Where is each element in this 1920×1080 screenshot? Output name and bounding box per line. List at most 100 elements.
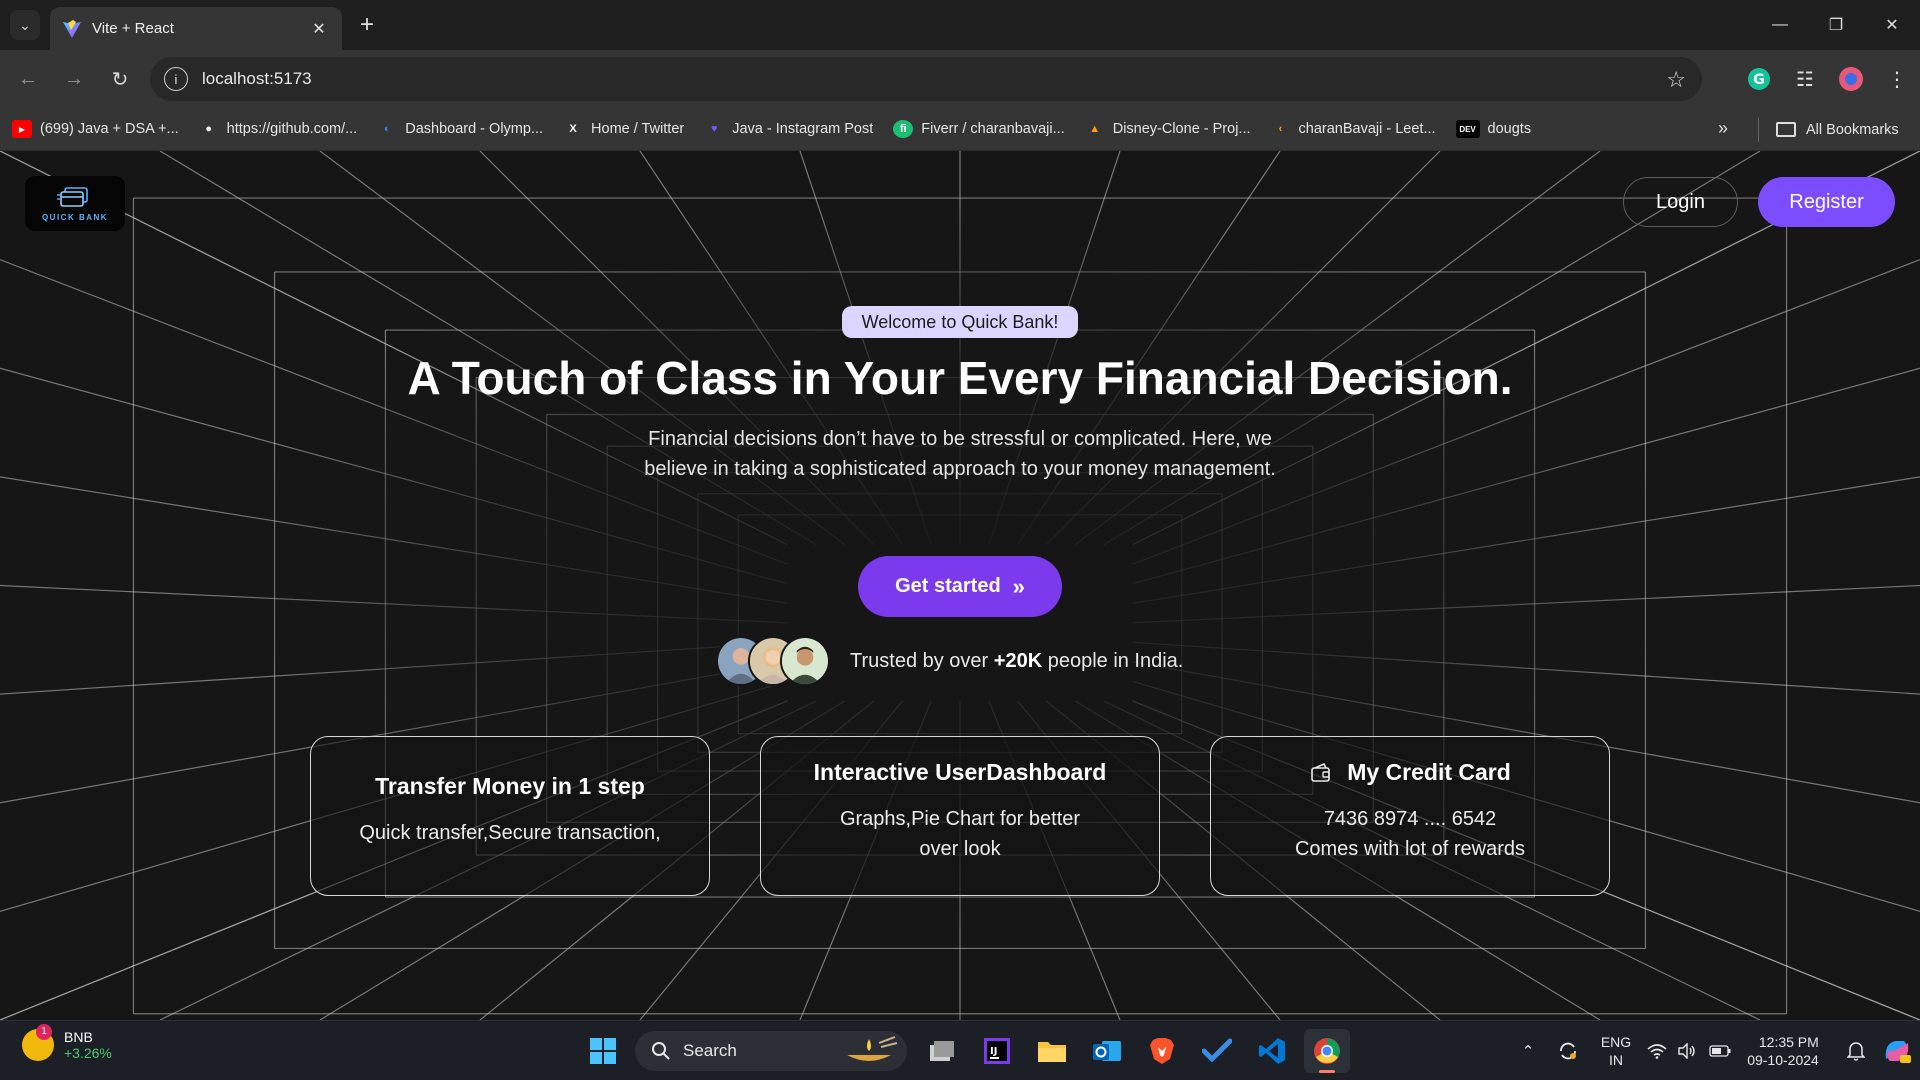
bookmark-item[interactable]: ● https://github.com/... bbox=[199, 120, 357, 138]
chevron-double-right-icon[interactable]: » bbox=[1718, 118, 1728, 139]
extensions-button[interactable]: ☷ bbox=[1782, 56, 1828, 102]
folder-icon bbox=[1038, 1042, 1066, 1062]
vscode-button[interactable] bbox=[1249, 1029, 1295, 1073]
menu-button[interactable]: ⋮ bbox=[1874, 56, 1920, 102]
avatar bbox=[780, 636, 830, 686]
new-tab-button[interactable]: + bbox=[352, 10, 382, 40]
tab-active[interactable]: Vite + React ✕ bbox=[50, 7, 342, 50]
chrome-icon bbox=[1314, 1038, 1340, 1064]
task-view-button[interactable] bbox=[919, 1029, 965, 1073]
task-view-icon bbox=[930, 1041, 954, 1061]
search-icon bbox=[652, 1042, 670, 1060]
register-button[interactable]: Register bbox=[1758, 177, 1895, 227]
minimize-button[interactable]: — bbox=[1752, 0, 1808, 50]
bookmark-item[interactable]: ‹ charanBavaji - Leet... bbox=[1271, 120, 1436, 138]
todo-button[interactable] bbox=[1194, 1029, 1240, 1073]
outlook-button[interactable] bbox=[1084, 1029, 1130, 1073]
feature-card-credit[interactable]: My Credit Card 7436 8974 .... 6542 Comes… bbox=[1210, 736, 1610, 896]
clock-date: 09-10-2024 bbox=[1747, 1052, 1819, 1068]
trusted-prefix: Trusted by over bbox=[850, 649, 994, 672]
tab-search-button[interactable]: ⌄ bbox=[10, 10, 40, 40]
clock[interactable]: 12:35 PM 09-10-2024 bbox=[1738, 1021, 1828, 1080]
toolbar-actions: G ☷ ⋮ bbox=[1736, 50, 1920, 108]
profile-button[interactable] bbox=[1828, 56, 1874, 102]
bookmark-item[interactable]: ▲ Disney-Clone - Proj... bbox=[1085, 120, 1251, 138]
sync-icon bbox=[1560, 1042, 1576, 1060]
olymp-icon: ◐ bbox=[383, 123, 391, 135]
trusted-by: Trusted by over +20K people in India. bbox=[716, 635, 1183, 687]
card-title-row: My Credit Card bbox=[1211, 759, 1609, 786]
language-indicator[interactable]: ENG IN bbox=[1590, 1021, 1642, 1080]
kebab-menu-icon: ⋮ bbox=[1887, 68, 1907, 91]
bookmark-label: Disney-Clone - Proj... bbox=[1112, 121, 1251, 137]
chrome-button[interactable] bbox=[1304, 1029, 1350, 1073]
youtube-icon: ▶ bbox=[12, 120, 32, 138]
bookmark-item[interactable]: ♥ Java - Instagram Post bbox=[704, 120, 873, 138]
taskbar-search[interactable]: Search bbox=[635, 1031, 907, 1071]
intellij-button[interactable]: IJ bbox=[974, 1029, 1020, 1073]
volume-icon[interactable] bbox=[1672, 1021, 1702, 1080]
star-icon[interactable]: ☆ bbox=[1666, 67, 1686, 93]
fiverr-icon: fi bbox=[893, 120, 914, 138]
close-icon: ✕ bbox=[1885, 17, 1899, 34]
grammarly-button[interactable]: G bbox=[1736, 56, 1782, 102]
outlook-icon bbox=[1093, 1041, 1121, 1061]
card-title: My Credit Card bbox=[1347, 759, 1511, 785]
double-chevron-right-icon: » bbox=[1012, 573, 1025, 599]
welcome-badge: Welcome to Quick Bank! bbox=[842, 306, 1078, 338]
grammarly-icon: G bbox=[1748, 68, 1770, 90]
stock-widget[interactable]: 1 BNB +3.26% bbox=[22, 1024, 112, 1061]
bookmark-item[interactable]: fi Fiverr / charanbavaji... bbox=[893, 120, 1065, 138]
file-explorer-button[interactable] bbox=[1029, 1029, 1075, 1073]
back-button[interactable]: ← bbox=[10, 61, 46, 97]
arrow-left-icon: ← bbox=[18, 67, 38, 90]
windows-icon bbox=[590, 1038, 616, 1064]
forward-button[interactable]: → bbox=[56, 61, 92, 97]
system-tray: ⌃ ENG IN 12:35 PM 09-10-2024 bbox=[1510, 1021, 1920, 1080]
close-icon[interactable]: ✕ bbox=[308, 19, 330, 39]
quick-bank-logo[interactable]: QUICK BANK bbox=[25, 176, 125, 231]
bookmark-item[interactable]: DEV dougts bbox=[1455, 120, 1531, 138]
all-bookmarks-button[interactable]: All Bookmarks bbox=[1776, 108, 1899, 151]
bell-icon bbox=[1847, 1042, 1865, 1061]
reload-button[interactable]: ↻ bbox=[102, 61, 138, 97]
notifications-button[interactable] bbox=[1838, 1021, 1874, 1080]
heart-shield-icon: ♥ bbox=[710, 123, 718, 135]
bookmark-item[interactable]: ▶ (699) Java + DSA +... bbox=[12, 120, 179, 138]
close-window-button[interactable]: ✕ bbox=[1864, 0, 1920, 50]
sync-button[interactable] bbox=[1546, 1021, 1590, 1080]
chevron-down-icon: ⌄ bbox=[19, 16, 31, 33]
browser-toolbar: ← → ↻ i localhost:5173 ☆ G ☷ ⋮ bbox=[0, 50, 1920, 108]
battery-icon[interactable] bbox=[1702, 1021, 1738, 1080]
bookmark-label: Fiverr / charanbavaji... bbox=[921, 121, 1065, 137]
github-icon: ● bbox=[205, 123, 212, 135]
get-started-button[interactable]: Get started » bbox=[858, 556, 1062, 617]
search-label: Search bbox=[683, 1041, 737, 1060]
page-viewport: QUICK BANK Login Register Welcome to Qui… bbox=[0, 151, 1920, 1020]
chevron-up-icon: ⌃ bbox=[1521, 1043, 1535, 1060]
copilot-button[interactable] bbox=[1874, 1021, 1920, 1080]
bnb-coin-icon: 1 bbox=[22, 1024, 54, 1061]
address-bar[interactable]: i localhost:5173 ☆ bbox=[150, 57, 1702, 101]
diya-lamp-icon bbox=[847, 1036, 898, 1061]
trusted-text: Trusted by over +20K people in India. bbox=[850, 650, 1183, 673]
feature-card-transfer[interactable]: Transfer Money in 1 step Quick transfer,… bbox=[310, 736, 710, 896]
bookmark-item[interactable]: X Home / Twitter bbox=[563, 120, 684, 138]
login-button[interactable]: Login bbox=[1623, 177, 1738, 227]
notification-badge: 1 bbox=[36, 1024, 52, 1040]
bookmark-item[interactable]: ◐ Dashboard - Olymp... bbox=[377, 120, 543, 138]
leetcode-icon: ‹ bbox=[1278, 123, 1283, 135]
info-icon[interactable]: i bbox=[164, 67, 188, 91]
window-controls: — ❐ ✕ bbox=[1752, 0, 1920, 50]
bookmark-label: Home / Twitter bbox=[591, 121, 685, 137]
intellij-icon: IJ bbox=[984, 1038, 1010, 1064]
hidden-icons-button[interactable]: ⌃ bbox=[1510, 1021, 1546, 1080]
card-title: Interactive UserDashboard bbox=[813, 759, 1107, 785]
checkmark-icon bbox=[1202, 1038, 1232, 1063]
wifi-icon[interactable] bbox=[1642, 1021, 1672, 1080]
card-body: 7436 8974 .... 6542 Comes with lot of re… bbox=[1211, 804, 1609, 864]
feature-card-dashboard[interactable]: Interactive UserDashboard Graphs,Pie Cha… bbox=[760, 736, 1160, 896]
brave-button[interactable] bbox=[1139, 1029, 1185, 1073]
restore-button[interactable]: ❐ bbox=[1808, 0, 1864, 50]
start-button[interactable] bbox=[580, 1029, 626, 1073]
